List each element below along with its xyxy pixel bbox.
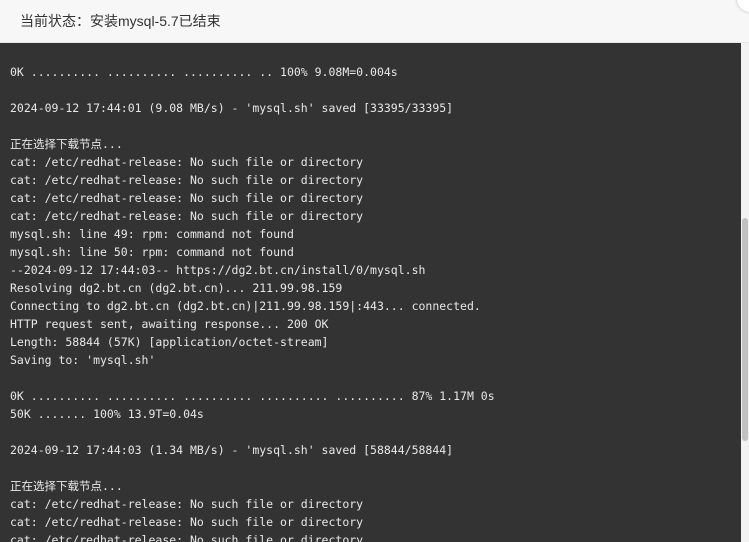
dialog-header: 当前状态：安装mysql-5.7已结束 bbox=[0, 0, 749, 43]
log-line: mysql.sh: line 50: rpm: command not foun… bbox=[10, 245, 294, 259]
log-line bbox=[10, 459, 730, 477]
log-line: Connecting to dg2.bt.cn (dg2.bt.cn)|211.… bbox=[10, 299, 481, 313]
log-line: 0K .......... .......... .......... .. 1… bbox=[10, 65, 398, 79]
log-line: cat: /etc/redhat-release: No such file o… bbox=[10, 155, 364, 169]
log-line bbox=[10, 117, 730, 135]
install-log-terminal[interactable]: 0K .......... .......... .......... .. 1… bbox=[0, 43, 749, 542]
log-line: cat: /etc/redhat-release: No such file o… bbox=[10, 173, 364, 187]
log-line: Saving to: 'mysql.sh' bbox=[10, 353, 156, 367]
log-line: Length: 58844 (57K) [application/octet-s… bbox=[10, 335, 329, 349]
log-line: Resolving dg2.bt.cn (dg2.bt.cn)... 211.9… bbox=[10, 281, 343, 295]
log-line: cat: /etc/redhat-release: No such file o… bbox=[10, 515, 364, 529]
log-line bbox=[10, 369, 730, 387]
log-line: 2024-09-12 17:44:01 (9.08 MB/s) - 'mysql… bbox=[10, 101, 454, 115]
log-line: cat: /etc/redhat-release: No such file o… bbox=[10, 191, 364, 205]
log-line: cat: /etc/redhat-release: No such file o… bbox=[10, 209, 364, 223]
scrollbar-track[interactable] bbox=[741, 43, 749, 542]
log-line: mysql.sh: line 49: rpm: command not foun… bbox=[10, 227, 294, 241]
log-line: 2024-09-12 17:44:03 (1.34 MB/s) - 'mysql… bbox=[10, 443, 454, 457]
log-line: 正在选择下载节点... bbox=[10, 479, 123, 493]
log-line: 正在选择下载节点... bbox=[10, 137, 123, 151]
dialog-title: 当前状态：安装mysql-5.7已结束 bbox=[20, 13, 221, 29]
install-status-dialog: 当前状态：安装mysql-5.7已结束 0K .......... ......… bbox=[0, 0, 749, 542]
log-line: HTTP request sent, awaiting response... … bbox=[10, 317, 329, 331]
log-line bbox=[10, 81, 730, 99]
log-line: 50K ....... 100% 13.9T=0.04s bbox=[10, 407, 204, 421]
log-line bbox=[10, 423, 730, 441]
scrollbar-thumb[interactable] bbox=[742, 218, 748, 441]
log-line: --2024-09-12 17:44:03-- https://dg2.bt.c… bbox=[10, 263, 426, 277]
log-line: 0K .......... .......... .......... ....… bbox=[10, 389, 495, 403]
log-line: cat: /etc/redhat-release: No such file o… bbox=[10, 533, 364, 542]
log-lines: 0K .......... .......... .......... .. 1… bbox=[10, 63, 730, 542]
log-line: cat: /etc/redhat-release: No such file o… bbox=[10, 497, 364, 511]
